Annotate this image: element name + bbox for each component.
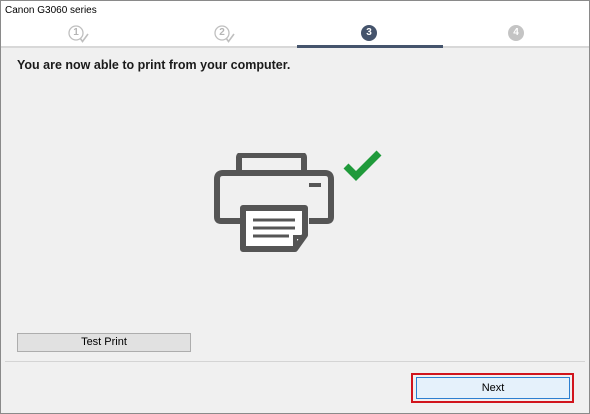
step-indicator: 1 2 3 4	[1, 20, 589, 48]
step-4-upcoming: 4	[508, 25, 528, 45]
test-print-button[interactable]: Test Print	[17, 333, 191, 352]
step-2-number: 2	[219, 27, 225, 38]
success-illustration	[211, 150, 386, 303]
status-message: You are now able to print from your comp…	[17, 58, 291, 72]
step-3-number: 3	[366, 27, 372, 38]
window-title: Canon G3060 series	[1, 1, 589, 20]
checkmark-icon	[343, 150, 382, 181]
next-button[interactable]: Next	[416, 377, 570, 399]
main-content: You are now able to print from your comp…	[1, 48, 589, 360]
step-1-completed: 1	[68, 25, 89, 45]
step-3-current: 3	[361, 25, 381, 45]
setup-window: Canon G3060 series 1 2 3 4 You are now a…	[0, 0, 590, 414]
step-4-number: 4	[513, 27, 519, 38]
footer: Next	[1, 362, 589, 413]
step-2-completed: 2	[214, 25, 235, 45]
step-1-number: 1	[73, 27, 79, 38]
